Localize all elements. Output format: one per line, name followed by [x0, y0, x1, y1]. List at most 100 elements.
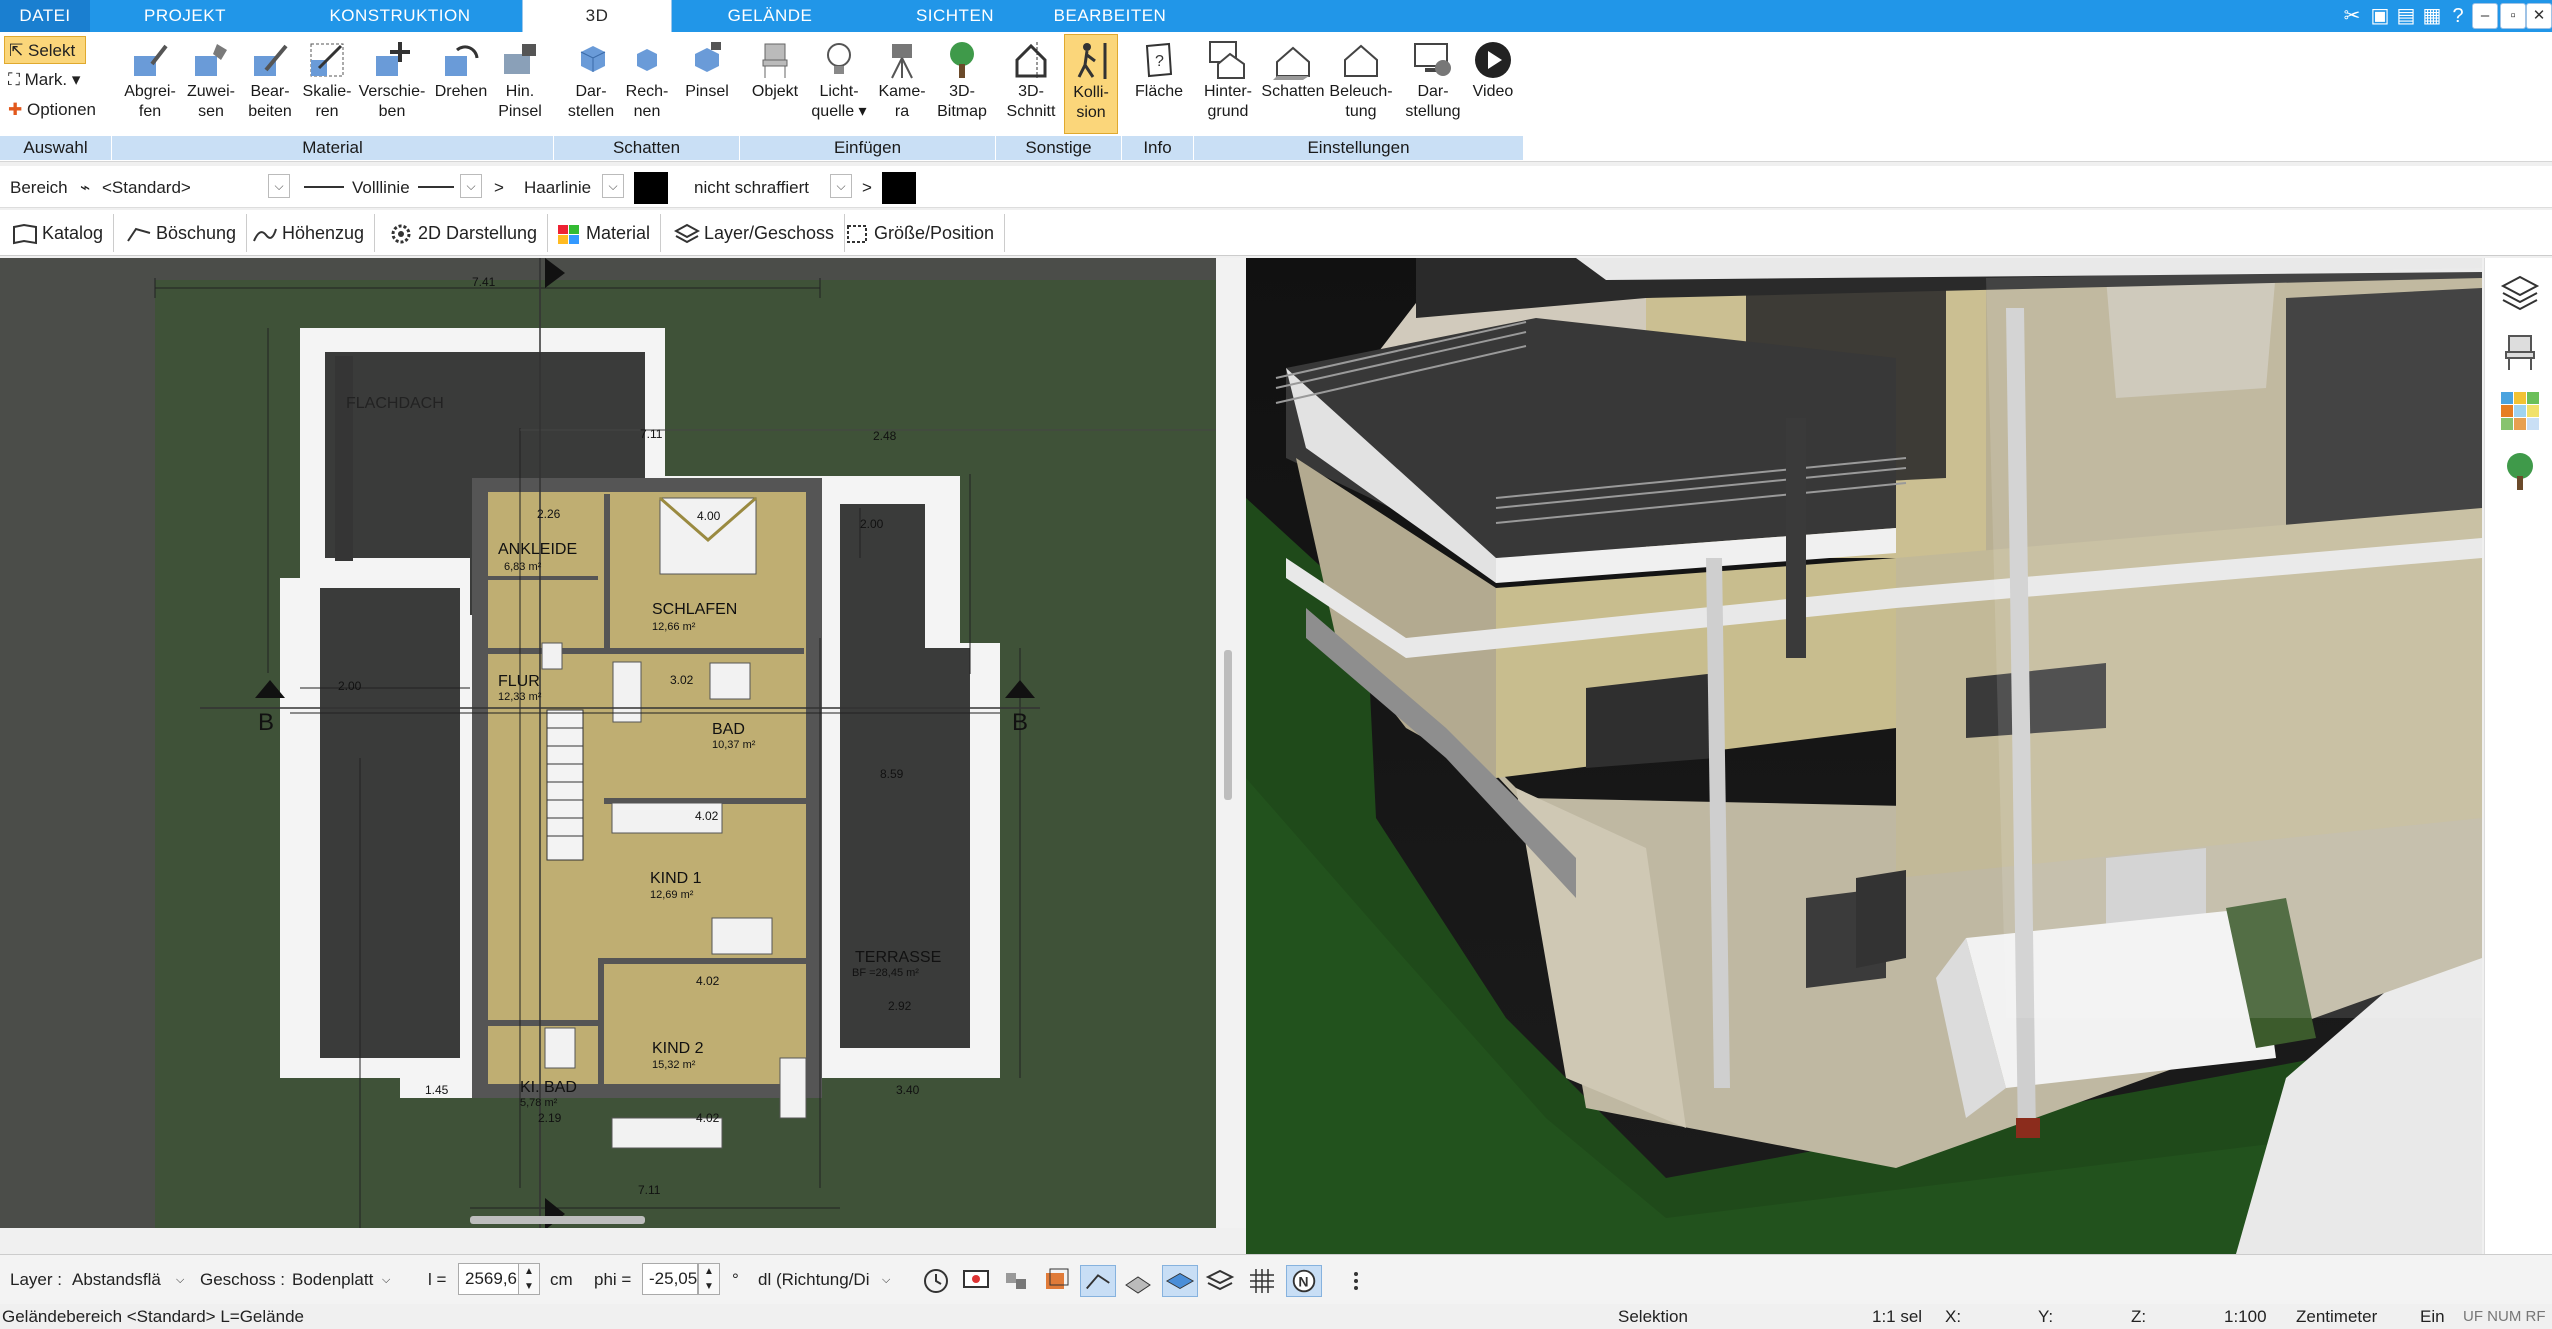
- north-icon[interactable]: N: [1286, 1265, 1322, 1297]
- 3d-schnitt-button[interactable]: 3D- Schnitt: [1000, 34, 1062, 134]
- tab-gelaende[interactable]: GELÄNDE: [710, 0, 830, 32]
- length-input[interactable]: 2569,6: [458, 1263, 520, 1295]
- objekt-button[interactable]: Objekt: [744, 34, 806, 134]
- schatten-darstellen-button[interactable]: Dar-stellen: [558, 34, 624, 134]
- kamera-button[interactable]: Kame-ra: [872, 34, 932, 134]
- folder-icon[interactable]: ▣: [2368, 4, 2392, 28]
- video-button[interactable]: Video: [1466, 34, 1520, 134]
- boeschung-button[interactable]: Böschung: [118, 214, 248, 252]
- minimize-button[interactable]: –: [2472, 3, 2498, 29]
- line-color-swatch[interactable]: [634, 172, 668, 204]
- material-button[interactable]: Material: [548, 214, 662, 252]
- line-style-dropdown[interactable]: ⌵: [460, 174, 482, 198]
- plants-panel-icon[interactable]: [2499, 450, 2541, 492]
- geschoss-dropdown-icon[interactable]: ⌵: [382, 1269, 390, 1291]
- area-style-icon: ⌁: [80, 178, 91, 197]
- layer-dropdown-icon[interactable]: ⌵: [176, 1269, 184, 1291]
- tab-datei[interactable]: DATEI: [0, 0, 90, 32]
- verschieben-button[interactable]: Verschie-ben: [354, 34, 430, 134]
- layers-icon: [674, 224, 700, 244]
- materials-panel-icon[interactable]: [2499, 390, 2541, 432]
- bereich-select[interactable]: <Standard>: [102, 177, 191, 199]
- more-options-icon[interactable]: [1338, 1265, 1374, 1297]
- tools-icon[interactable]: ✂: [2340, 4, 2364, 28]
- group-icon[interactable]: [1038, 1265, 1074, 1297]
- tab-sichten[interactable]: SICHTEN: [900, 0, 1010, 32]
- beleuchtung-button[interactable]: Beleuch-tung: [1326, 34, 1396, 134]
- phi-spinner[interactable]: ▲ ▼: [698, 1263, 720, 1295]
- abgreifen-button[interactable]: Abgrei-fen: [116, 34, 184, 134]
- 2d-darstellung-button[interactable]: 2D Darstellung: [380, 214, 549, 252]
- hatch-select[interactable]: nicht schraffiert: [694, 177, 809, 199]
- tab-bearbeiten[interactable]: BEARBEITEN: [1050, 0, 1170, 32]
- drehen-button[interactable]: Drehen: [428, 34, 494, 134]
- geschoss-select[interactable]: Bodenplatt: [292, 1269, 380, 1291]
- plane-icon[interactable]: [1162, 1265, 1198, 1297]
- tab-projekt[interactable]: PROJEKT: [120, 0, 250, 32]
- layer-select[interactable]: Abstandsflä: [72, 1269, 176, 1291]
- splitter-grip[interactable]: [1224, 650, 1232, 800]
- grid-icon[interactable]: [1244, 1265, 1280, 1297]
- dim-6: 4.02: [695, 809, 719, 823]
- section-icon: [1015, 42, 1047, 78]
- status-y: Y:: [2038, 1307, 2054, 1326]
- hatch-snap-icon[interactable]: [1120, 1265, 1156, 1297]
- dim-14: 8.59: [880, 767, 904, 781]
- line-style-select[interactable]: Volllinie: [352, 177, 410, 199]
- furniture-panel-icon[interactable]: [2499, 330, 2541, 372]
- zuweisen-button[interactable]: Zuwei-sen: [178, 34, 244, 134]
- tab-3d[interactable]: 3D: [522, 0, 672, 32]
- phi-input[interactable]: -25,05: [642, 1263, 698, 1295]
- hoehenzug-button[interactable]: Höhenzug: [244, 214, 376, 252]
- pipette-icon: [134, 44, 168, 76]
- length-spinner[interactable]: ▲ ▼: [518, 1263, 540, 1295]
- direction-dropdown-icon[interactable]: ⌵: [882, 1269, 890, 1291]
- group-schatten: Schatten: [554, 136, 740, 160]
- hatch-dropdown[interactable]: ⌵: [830, 174, 852, 198]
- line-weight-select[interactable]: Haarlinie: [524, 177, 591, 199]
- skalieren-button[interactable]: Skalie-ren: [296, 34, 358, 134]
- layers-stack-icon[interactable]: [1202, 1265, 1238, 1297]
- katalog-button[interactable]: Katalog: [4, 214, 115, 252]
- kollision-button[interactable]: Kolli-sion: [1064, 34, 1118, 134]
- layers-panel-icon[interactable]: [2499, 272, 2541, 314]
- schatten-rechnen-button[interactable]: Rech-nen: [618, 34, 676, 134]
- lichtquelle-button[interactable]: Licht-quelle ▾: [806, 34, 872, 134]
- close-button[interactable]: ✕: [2526, 3, 2552, 29]
- snap-line-icon[interactable]: [1080, 1265, 1116, 1297]
- plan-hscroll-thumb[interactable]: [470, 1216, 645, 1224]
- 3d-bitmap-button[interactable]: 3D- Bitmap: [932, 34, 992, 134]
- object-toolbar: Katalog Böschung Höhenzug 2D Darstellung…: [0, 210, 2552, 256]
- help-icon[interactable]: ?: [2446, 4, 2470, 28]
- tab-konstruktion[interactable]: KONSTRUKTION: [310, 0, 490, 32]
- clock-icon[interactable]: [918, 1265, 954, 1297]
- line-weight-dropdown[interactable]: ⌵: [602, 174, 624, 198]
- print-icon[interactable]: ▤: [2394, 4, 2418, 28]
- hintergrund-button[interactable]: Hinter-grund: [1196, 34, 1260, 134]
- schatten-pinsel-button[interactable]: Pinsel: [676, 34, 738, 134]
- room-flachdach: FLACHDACH: [346, 395, 444, 412]
- direction-select[interactable]: dl (Richtung/Di: [758, 1269, 890, 1291]
- selekt-button[interactable]: ⇱ Selekt: [4, 36, 86, 64]
- fill-color-swatch[interactable]: [882, 172, 916, 204]
- groesse-position-button[interactable]: Größe/Position: [836, 214, 1006, 252]
- dim-11: 2.92: [888, 999, 912, 1013]
- maximize-button[interactable]: ▫: [2500, 3, 2526, 29]
- objects-icon[interactable]: [998, 1265, 1034, 1297]
- monitor-icon[interactable]: [958, 1265, 994, 1297]
- einst-schatten-button[interactable]: Schatten: [1260, 34, 1326, 134]
- layers-quick-icon[interactable]: ▦: [2420, 4, 2444, 28]
- group-material: Material: [112, 136, 554, 160]
- 3d-view[interactable]: [1246, 258, 2482, 1254]
- darstellung-button[interactable]: Dar-stellung: [1398, 34, 1468, 134]
- optionen-button[interactable]: ✚ Optionen: [4, 96, 96, 124]
- bearbeiten-button[interactable]: Bear-beiten: [238, 34, 302, 134]
- dim-2: 2.48: [873, 429, 897, 443]
- bereich-dropdown[interactable]: ⌵: [268, 174, 290, 198]
- mark-button[interactable]: ⛶ Mark. ▾: [4, 66, 80, 94]
- floor-plan-view[interactable]: B B ANKLEIDE 6,83 m² SCHLAFEN 12,66 m² F…: [0, 258, 1216, 1228]
- hin-pinsel-button[interactable]: Hin. Pinsel: [490, 34, 550, 134]
- background-icon: [1209, 41, 1245, 79]
- flaeche-button[interactable]: ? Fläche: [1126, 34, 1192, 134]
- layer-geschoss-button[interactable]: Layer/Geschoss: [666, 214, 846, 252]
